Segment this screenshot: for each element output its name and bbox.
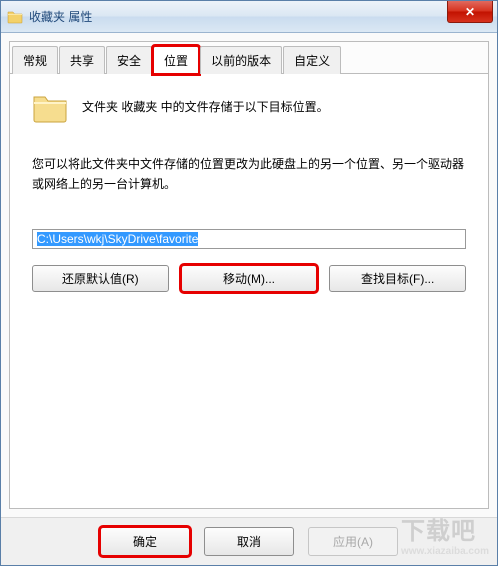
apply-button: 应用(A) (308, 527, 398, 556)
properties-dialog: 收藏夹 属性 ✕ 常规 共享 安全 位置 以前的版本 自定义 文件夹 收藏夹 中… (0, 0, 498, 566)
tab-previous-versions[interactable]: 以前的版本 (200, 46, 282, 74)
client-area: 常规 共享 安全 位置 以前的版本 自定义 文件夹 收藏夹 中的文件存储于以下目… (9, 41, 489, 509)
tab-security[interactable]: 安全 (106, 46, 152, 74)
close-icon: ✕ (465, 5, 475, 19)
tab-location[interactable]: 位置 (153, 46, 199, 74)
tab-sharing[interactable]: 共享 (59, 46, 105, 74)
ok-button[interactable]: 确定 (100, 527, 190, 556)
folder-icon (7, 9, 23, 25)
dialog-buttons: 确定 取消 应用(A) (1, 517, 497, 565)
close-button[interactable]: ✕ (447, 1, 493, 23)
cancel-button[interactable]: 取消 (204, 527, 294, 556)
window-title: 收藏夹 属性 (29, 8, 92, 25)
tab-content: 文件夹 收藏夹 中的文件存储于以下目标位置。 您可以将此文件夹中文件存储的位置更… (10, 74, 488, 302)
folder-large-icon (32, 92, 68, 124)
location-description-1: 文件夹 收藏夹 中的文件存储于以下目标位置。 (82, 92, 329, 115)
restore-default-button[interactable]: 还原默认值(R) (32, 265, 169, 292)
path-value: C:\Users\wkj\SkyDrive\favorite (37, 232, 198, 246)
move-button[interactable]: 移动(M)... (181, 265, 318, 292)
tab-customize[interactable]: 自定义 (283, 46, 341, 74)
path-input[interactable]: C:\Users\wkj\SkyDrive\favorite (32, 229, 466, 249)
find-target-button[interactable]: 查找目标(F)... (329, 265, 466, 292)
tab-strip: 常规 共享 安全 位置 以前的版本 自定义 (10, 42, 488, 74)
titlebar[interactable]: 收藏夹 属性 ✕ (1, 1, 497, 33)
location-description-2: 您可以将此文件夹中文件存储的位置更改为此硬盘上的另一个位置、另一个驱动器或网络上… (32, 154, 466, 195)
action-buttons: 还原默认值(R) 移动(M)... 查找目标(F)... (32, 265, 466, 292)
tab-general[interactable]: 常规 (12, 46, 58, 74)
